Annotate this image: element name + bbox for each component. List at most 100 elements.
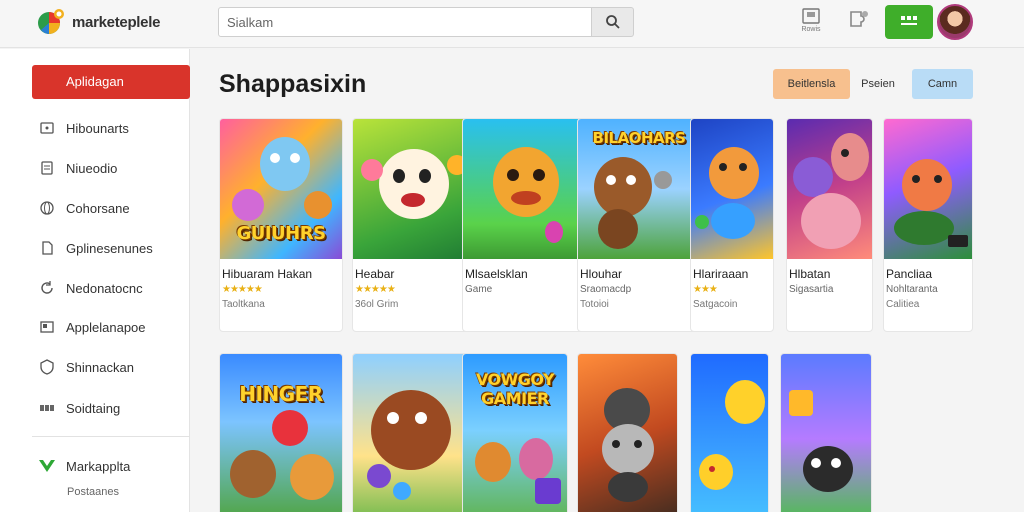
game-card[interactable]: GUIUHRS Hibuaram Hakan ★★★★★ Taoltkana — [219, 118, 343, 332]
game-thumbnail[interactable] — [691, 119, 773, 259]
game-thumbnail[interactable]: GUIUHRS — [220, 119, 342, 259]
game-thumbnail[interactable] — [787, 119, 872, 259]
brand-name[interactable]: marketeplele — [72, 14, 160, 31]
game-title: Hibuaram Hakan — [222, 267, 313, 281]
sidebar-item-4[interactable]: Gplinesenunes — [38, 238, 153, 258]
upload-button[interactable] — [885, 5, 933, 39]
game-title: Hlbatan — [789, 267, 831, 281]
sidebar: Aplidagan Hibounarts Niueodio Cohorsane … — [0, 49, 190, 512]
sidebar-item-label: Shinnackan — [66, 359, 134, 375]
notifications-button[interactable]: Rowis — [797, 8, 825, 38]
sidebar-divider — [32, 436, 190, 437]
game-category: Nohltaranta — [886, 284, 938, 295]
sidebar-item-8[interactable]: Soidtaing — [38, 398, 120, 418]
game-category: Game — [465, 284, 493, 295]
settings-button[interactable] — [845, 8, 873, 38]
sidebar-item-5[interactable]: Nedonatocnc — [38, 278, 143, 298]
game-banner-text: VOWGOY GAMIER — [475, 370, 555, 408]
game-subtitle: Satgacoin — [693, 299, 738, 310]
game-banner-text: GUIUHRS — [236, 223, 326, 244]
document-icon — [38, 159, 56, 177]
game-thumbnail[interactable] — [353, 119, 475, 259]
sidebar-item-label: Niueodio — [66, 160, 118, 176]
game-title: Heabar — [355, 267, 395, 281]
game-card[interactable]: Hlariraaan ★★★ Satgacoin — [690, 118, 774, 332]
game-card[interactable] — [577, 353, 678, 512]
sidebar-item-label: Nedonatocnc — [66, 280, 143, 296]
tablet-icon — [38, 119, 56, 137]
game-subtitle: Totoioi — [580, 299, 609, 310]
game-card[interactable] — [690, 353, 769, 512]
sidebar-item-2[interactable]: Niueodio — [38, 158, 117, 178]
game-card[interactable]: Heabar ★★★★★ 36ol Grim — [352, 118, 476, 332]
game-thumbnail[interactable] — [353, 354, 475, 512]
search-icon — [605, 15, 620, 29]
top-bar: marketeplele Rowis — [0, 0, 1024, 48]
sidebar-item-3[interactable]: Cohorsane — [38, 198, 130, 218]
sidebar-item-1[interactable]: Hibounarts — [38, 118, 129, 138]
inbox-icon — [802, 8, 820, 24]
refresh-icon — [38, 279, 56, 297]
filter-chip-3[interactable]: Camn — [912, 69, 973, 99]
game-subtitle: Taoltkana — [222, 299, 265, 310]
filter-chip-label: Camn — [927, 78, 958, 90]
game-category: Sraomacdp — [580, 284, 632, 295]
sidebar-active-label: Aplidagan — [66, 74, 124, 89]
game-thumbnail[interactable] — [691, 354, 768, 512]
marketplace-icon — [38, 457, 56, 475]
app-grid-icon — [901, 16, 917, 25]
game-title: Mlsaelsklan — [465, 267, 528, 281]
game-title: Hlariraaan — [693, 267, 749, 281]
star-rating: ★★★★★ — [355, 284, 396, 295]
game-banner-text: BILAOHARS — [592, 129, 686, 147]
filter-chip-label: Pseien — [861, 78, 895, 90]
game-thumbnail[interactable] — [578, 354, 677, 512]
card-icon — [38, 318, 56, 336]
filter-chip-label: Beitlensla — [787, 78, 836, 90]
logo-icon[interactable] — [36, 6, 68, 38]
grid-icon — [38, 399, 56, 417]
sidebar-item-label: Soidtaing — [66, 400, 121, 416]
sidebar-item-7[interactable]: Shinnackan — [38, 357, 134, 377]
filter-chip-1[interactable]: Beitlensla — [773, 69, 850, 99]
game-thumbnail[interactable]: VOWGOY GAMIER — [463, 354, 567, 512]
game-thumbnail[interactable] — [463, 119, 585, 259]
game-thumbnail[interactable] — [781, 354, 871, 512]
game-category: Sigasartia — [789, 284, 834, 295]
filter-chip-2[interactable]: Pseien — [852, 69, 904, 99]
game-thumbnail[interactable]: BILAOHARS — [578, 119, 700, 259]
page-icon — [38, 239, 56, 257]
globe-icon — [38, 199, 56, 217]
user-avatar[interactable] — [937, 4, 973, 40]
shield-icon — [38, 358, 56, 376]
game-thumbnail[interactable]: HINGER — [220, 354, 342, 512]
star-rating: ★★★ — [693, 284, 718, 295]
game-card[interactable]: Hlbatan Sigasartia — [786, 118, 873, 332]
game-banner-text: HINGER — [239, 382, 323, 406]
game-card[interactable] — [352, 353, 476, 512]
puzzle-icon — [850, 11, 868, 27]
sidebar-footer-label: Markapplta — [66, 458, 131, 474]
game-card[interactable]: HINGER — [219, 353, 343, 512]
sidebar-item-label: Hibounarts — [66, 120, 129, 136]
sidebar-footer-item[interactable]: Markapplta — [38, 456, 130, 476]
sidebar-item-label: Gplinesenunes — [66, 240, 153, 256]
game-card[interactable] — [780, 353, 872, 512]
game-card[interactable]: Pancliaa Nohltaranta Calitiea — [883, 118, 973, 332]
game-card[interactable]: Mlsaelsklan Game — [462, 118, 586, 332]
search-button[interactable] — [592, 7, 634, 37]
game-card[interactable]: BILAOHARS Hlouhar Sraomacdp Totoioi — [577, 118, 701, 332]
sidebar-item-label: Cohorsane — [66, 200, 130, 216]
game-title: Pancliaa — [886, 267, 933, 281]
sidebar-footer-sub: Postaanes — [67, 486, 119, 498]
sidebar-item-6[interactable]: Applelanapoe — [38, 317, 146, 337]
page-title: Shappasixin — [219, 70, 367, 98]
game-subtitle: 36ol Grim — [355, 299, 399, 310]
game-card[interactable]: VOWGOY GAMIER — [462, 353, 568, 512]
search-input[interactable] — [218, 7, 592, 37]
notifications-label: Rowis — [801, 26, 821, 33]
star-rating: ★★★★★ — [222, 284, 263, 295]
sidebar-item-label: Applelanapoe — [66, 319, 146, 335]
game-thumbnail[interactable] — [884, 119, 972, 259]
sidebar-item-active[interactable]: Aplidagan — [32, 65, 190, 99]
